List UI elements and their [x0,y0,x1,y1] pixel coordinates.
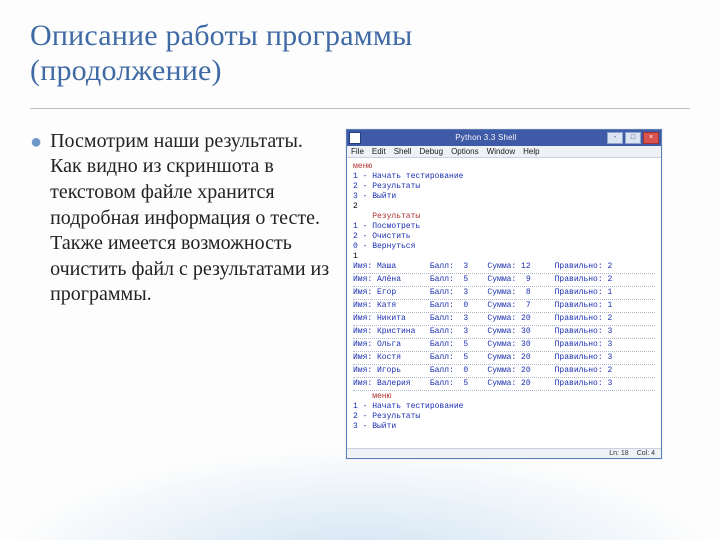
menu-edit[interactable]: Edit [372,147,386,156]
menu-file[interactable]: File [351,147,364,156]
menu-bar: File Edit Shell Debug Options Window Hel… [347,146,661,158]
status-line: Ln: 18 [609,450,628,457]
python-shell-window: Python 3.3 Shell - □ × File Edit Shell D… [346,129,662,459]
menu-shell[interactable]: Shell [394,147,412,156]
bullet-item: ● Посмотрим наши результаты. Как видно и… [30,129,330,308]
screenshot-column: Python 3.3 Shell - □ × File Edit Shell D… [346,129,662,459]
slide-title: Описание работы программы (продолжение) [30,18,690,89]
menu-window[interactable]: Window [487,147,515,156]
title-line-1: Описание работы программы [30,19,412,52]
menu-options[interactable]: Options [451,147,479,156]
maximize-button[interactable]: □ [625,132,641,144]
slide: Описание работы программы (продолжение) … [0,0,720,540]
close-button[interactable]: × [643,132,659,144]
title-line-2: (продолжение) [30,54,222,87]
bullet-icon: ● [30,129,42,308]
menu-debug[interactable]: Debug [419,147,443,156]
status-bar: Ln: 18 Col: 4 [347,448,661,458]
status-column: Col: 4 [637,450,655,457]
console-output: меню1 - Начать тестирование2 - Результат… [347,158,661,448]
slide-body: ● Посмотрим наши результаты. Как видно и… [30,129,690,459]
bullet-text: Посмотрим наши результаты. Как видно из … [50,129,330,308]
window-buttons: - □ × [607,132,659,144]
app-icon [349,132,361,144]
minimize-button[interactable]: - [607,132,623,144]
window-titlebar: Python 3.3 Shell - □ × [347,130,661,146]
window-title: Python 3.3 Shell [365,133,607,142]
title-divider [30,108,690,109]
menu-help[interactable]: Help [523,147,539,156]
body-text-column: ● Посмотрим наши результаты. Как видно и… [30,129,330,459]
